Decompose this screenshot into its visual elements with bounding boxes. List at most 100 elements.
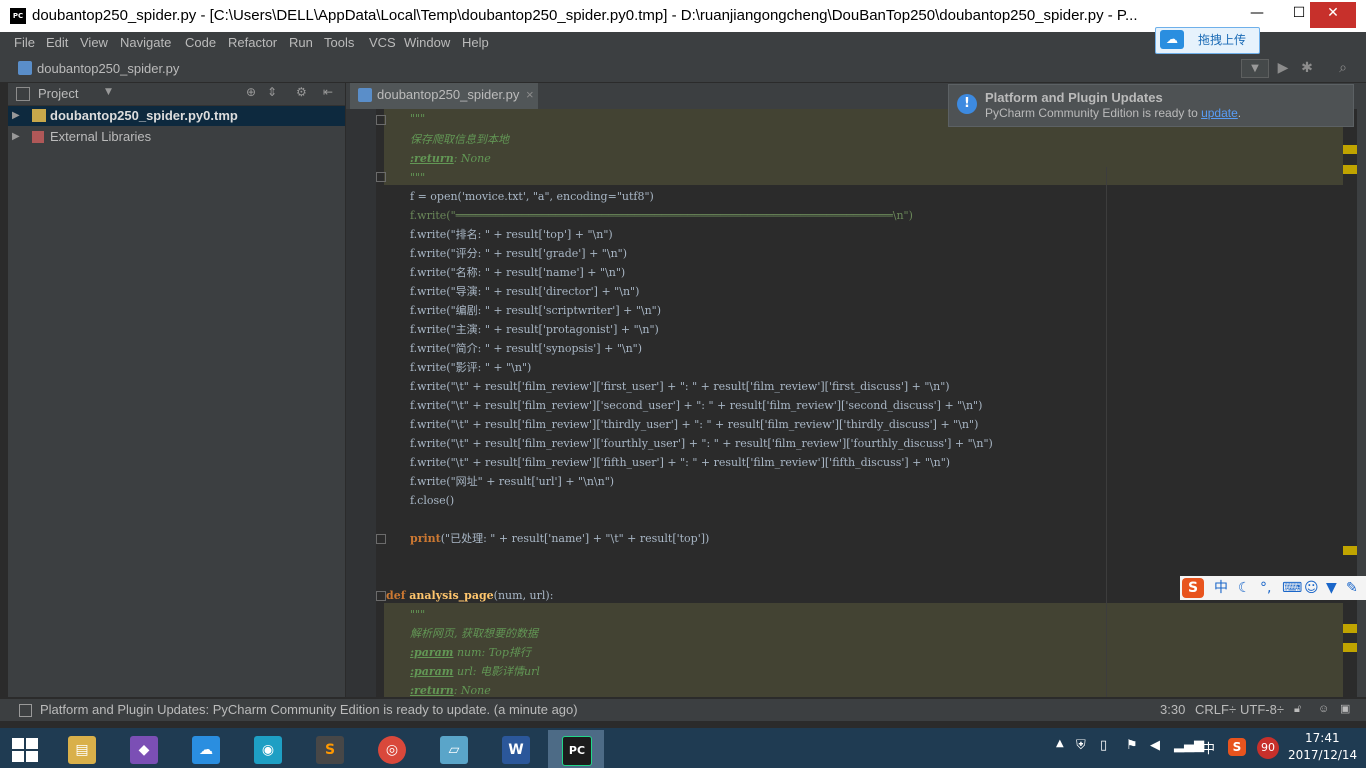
collapse-icon[interactable]: ⇕ (267, 85, 277, 99)
menu-window[interactable]: Window (404, 35, 450, 50)
error-stripe[interactable] (1343, 109, 1357, 697)
code-line: :return: None (410, 149, 491, 168)
menu-help[interactable]: Help (462, 35, 489, 50)
code-line: f.close() (410, 494, 455, 507)
moon-icon[interactable]: ☾ (1238, 576, 1251, 600)
caret-position[interactable]: 3:30 (1160, 699, 1185, 720)
expand-arrow-icon[interactable]: ▶ (12, 106, 20, 126)
run-icon[interactable]: ▶ (1274, 59, 1292, 77)
code-editor[interactable]: """ 保存爬取信息到本地 :return: None """ f = open… (346, 109, 1343, 697)
doc-text: url: 电影详情url (453, 665, 540, 678)
doc-tag: :return (410, 684, 454, 697)
hide-icon[interactable]: ⇤ (323, 85, 333, 99)
project-view-dropdown-icon[interactable]: ▼ (105, 87, 112, 97)
stripe-marker[interactable] (1343, 624, 1357, 633)
menu-vcs[interactable]: VCS (369, 35, 396, 50)
windows-logo-icon (26, 751, 38, 762)
punctuation-icon[interactable]: °, (1260, 576, 1271, 600)
wrench-icon[interactable]: ✎ (1346, 576, 1358, 600)
taskbar-notes[interactable]: ▱ (426, 730, 482, 768)
close-button[interactable]: ✕ (1310, 2, 1356, 28)
inspector-icon[interactable]: ☺ (1318, 699, 1329, 720)
lock-icon[interactable]: 🔓︎ (1294, 699, 1301, 720)
taskbar-word[interactable]: W (488, 730, 544, 768)
taskbar-chrome[interactable]: ◎ (364, 730, 420, 768)
tray-overflow-icon[interactable]: ▲ (1056, 738, 1064, 749)
device-icon[interactable]: ▯ (1100, 738, 1107, 753)
menu-code[interactable]: Code (185, 35, 216, 50)
clock-time[interactable]: 17:41 (1305, 731, 1340, 745)
tree-item-label: doubantop250_spider.py0.tmp (50, 108, 238, 123)
upload-label: 拖拽上传 (1198, 33, 1247, 47)
sogou-icon[interactable]: S (1182, 578, 1204, 598)
menu-run[interactable]: Run (289, 35, 313, 50)
ime-toolbar[interactable]: S 中 ☾ °, ⌨ ☺ ▼ ✎ (1180, 576, 1366, 600)
status-message[interactable]: Platform and Plugin Updates: PyCharm Com… (40, 699, 578, 720)
status-bar: Platform and Plugin Updates: PyCharm Com… (0, 698, 1366, 721)
menu-file[interactable]: File (14, 35, 35, 50)
user-icon[interactable]: ☺ (1304, 576, 1319, 600)
project-title[interactable]: Project (38, 86, 78, 101)
expand-arrow-icon[interactable]: ▶ (12, 127, 20, 147)
stripe-marker[interactable] (1343, 145, 1357, 154)
code-line: 解析网页, 获取想要的数据 (410, 627, 538, 640)
upload-button[interactable]: ☁ 拖拽上传 (1155, 27, 1260, 54)
signal-icon[interactable]: ▂▄▆ (1174, 738, 1204, 753)
tool-window-toggle-icon[interactable] (19, 704, 32, 717)
tree-item-tmp-file[interactable]: ▶ doubantop250_spider.py0.tmp (8, 106, 345, 126)
windows-logo-icon (12, 738, 24, 749)
locate-icon[interactable]: ⊕ (246, 85, 256, 99)
gear-icon[interactable]: ⚙ (296, 85, 307, 99)
keyboard-icon[interactable]: ⌨ (1282, 576, 1302, 600)
security-score-badge[interactable]: 90 (1257, 737, 1279, 759)
stripe-marker[interactable] (1343, 546, 1357, 555)
code-line: :return: None (410, 681, 491, 697)
security-icon[interactable]: ⛨ (1076, 738, 1086, 753)
menu-refactor[interactable]: Refactor (228, 35, 277, 50)
taskbar-baidu-netdisk[interactable]: ☁ (178, 730, 234, 768)
debug-icon[interactable]: ✱ (1298, 59, 1316, 77)
ime-mode-toggle[interactable]: 中 (1214, 576, 1228, 600)
code-text: (num, url): (493, 589, 554, 602)
tree-item-external-libraries[interactable]: ▶ External Libraries (8, 127, 345, 147)
editor-scrollbar[interactable] (1357, 109, 1366, 697)
taskbar-file-explorer[interactable]: ▤ (54, 730, 110, 768)
minimize-button[interactable]: — (1242, 2, 1272, 28)
update-link[interactable]: update (1201, 106, 1238, 120)
taskbar-visual-studio[interactable]: ◆ (116, 730, 172, 768)
taskbar-media-player[interactable]: ◉ (240, 730, 296, 768)
stripe-marker[interactable] (1343, 165, 1357, 174)
skin-icon[interactable]: ▼ (1326, 576, 1337, 600)
stripe-marker[interactable] (1343, 643, 1357, 652)
event-log-icon[interactable]: ▣ (1340, 699, 1350, 720)
code-line: f.write("\t" + result['film_review']['fi… (410, 456, 951, 469)
taskbar-pycharm[interactable]: PC (548, 730, 604, 768)
volume-icon[interactable]: ◀ (1150, 738, 1160, 753)
tab-doubantop250-spider[interactable]: doubantop250_spider.py × (350, 83, 538, 111)
menu-edit[interactable]: Edit (46, 35, 68, 50)
sogou-tray-icon[interactable]: S (1228, 738, 1246, 756)
search-icon[interactable]: ⌕ (1334, 59, 1352, 77)
taskbar-sublime-text[interactable]: S (302, 730, 358, 768)
fold-marker-icon[interactable] (376, 115, 386, 125)
project-icon (16, 87, 30, 101)
fold-marker-icon[interactable] (376, 591, 386, 601)
fold-marker-icon[interactable] (376, 172, 386, 182)
update-notification[interactable]: ! Platform and Plugin Updates PyCharm Co… (948, 84, 1354, 127)
menu-tools[interactable]: Tools (324, 35, 354, 50)
clock-date[interactable]: 2017/12/14 (1288, 748, 1357, 762)
network-warning-icon[interactable]: ⚑ (1126, 738, 1138, 753)
ime-tray-indicator[interactable]: 中 (1202, 738, 1215, 757)
close-tab-icon[interactable]: × (526, 83, 534, 107)
start-button[interactable] (10, 736, 40, 762)
fold-marker-icon[interactable] (376, 534, 386, 544)
library-icon (32, 131, 44, 143)
menu-view[interactable]: View (80, 35, 108, 50)
code-line: def analysis_page(num, url): (386, 586, 553, 605)
info-icon: ! (957, 94, 977, 114)
menu-navigate[interactable]: Navigate (120, 35, 171, 50)
file-encoding[interactable]: UTF-8÷ (1240, 699, 1284, 720)
line-separator[interactable]: CRLF÷ (1195, 699, 1236, 720)
breadcrumb[interactable]: doubantop250_spider.py (37, 61, 179, 76)
run-config-dropdown[interactable]: ▼ (1241, 59, 1269, 78)
